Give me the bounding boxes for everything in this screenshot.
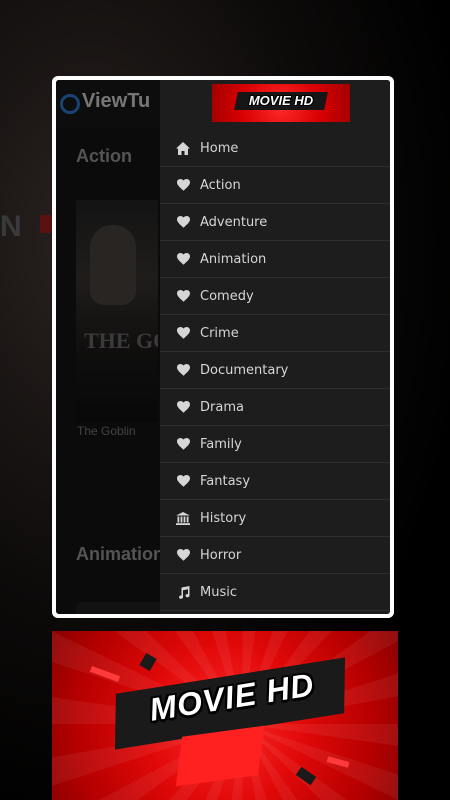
menu-item-horror[interactable]: Horror (160, 537, 390, 574)
menu-item-music[interactable]: Music (160, 574, 390, 611)
menu-item-label: Animation (200, 251, 267, 267)
heart-icon (176, 178, 190, 192)
menu-item-label: Drama (200, 399, 244, 415)
menu-item-label: Fantasy (200, 473, 251, 489)
menu-item-label: Action (200, 177, 241, 193)
menu-item-label: Family (200, 436, 242, 452)
home-icon (176, 141, 190, 155)
heart-icon (176, 252, 190, 266)
drawer-scrim[interactable] (56, 80, 160, 614)
drawer-logo-text: MOVIE HD (248, 93, 314, 108)
drawer-menu: Home Action Adventure Animation Comedy C… (160, 130, 390, 611)
navigation-drawer: MOVIE HD Home Action Adventure Animation… (160, 80, 390, 614)
heart-icon (176, 326, 190, 340)
screenshot-frame: ViewTu Action THE GO The Goblin Animatio… (52, 76, 394, 618)
promo-banner: MOVIE HD (52, 631, 398, 800)
menu-item-drama[interactable]: Drama (160, 389, 390, 426)
background-blur-text: N (0, 210, 24, 243)
heart-icon (176, 215, 190, 229)
heart-icon (176, 548, 190, 562)
music-note-icon (176, 585, 190, 599)
menu-item-label: History (200, 510, 247, 526)
heart-icon (176, 400, 190, 414)
menu-item-label: Documentary (200, 362, 289, 378)
menu-item-fantasy[interactable]: Fantasy (160, 463, 390, 500)
heart-icon (176, 437, 190, 451)
menu-item-animation[interactable]: Animation (160, 241, 390, 278)
menu-item-documentary[interactable]: Documentary (160, 352, 390, 389)
menu-item-label: Crime (200, 325, 239, 341)
menu-item-history[interactable]: History (160, 500, 390, 537)
museum-icon (176, 511, 190, 525)
heart-icon (176, 474, 190, 488)
heart-icon (176, 363, 190, 377)
menu-item-home[interactable]: Home (160, 130, 390, 167)
menu-item-family[interactable]: Family (160, 426, 390, 463)
menu-item-adventure[interactable]: Adventure (160, 204, 390, 241)
menu-item-label: Home (200, 140, 239, 156)
phone-screen: ViewTu Action THE GO The Goblin Animatio… (56, 80, 390, 614)
heart-icon (176, 289, 190, 303)
drawer-logo: MOVIE HD (212, 84, 350, 122)
menu-item-label: Adventure (200, 214, 268, 230)
menu-item-label: Horror (200, 547, 242, 563)
menu-item-label: Comedy (200, 288, 254, 304)
menu-item-action[interactable]: Action (160, 167, 390, 204)
menu-item-label: Music (200, 584, 237, 600)
menu-item-comedy[interactable]: Comedy (160, 278, 390, 315)
menu-item-crime[interactable]: Crime (160, 315, 390, 352)
